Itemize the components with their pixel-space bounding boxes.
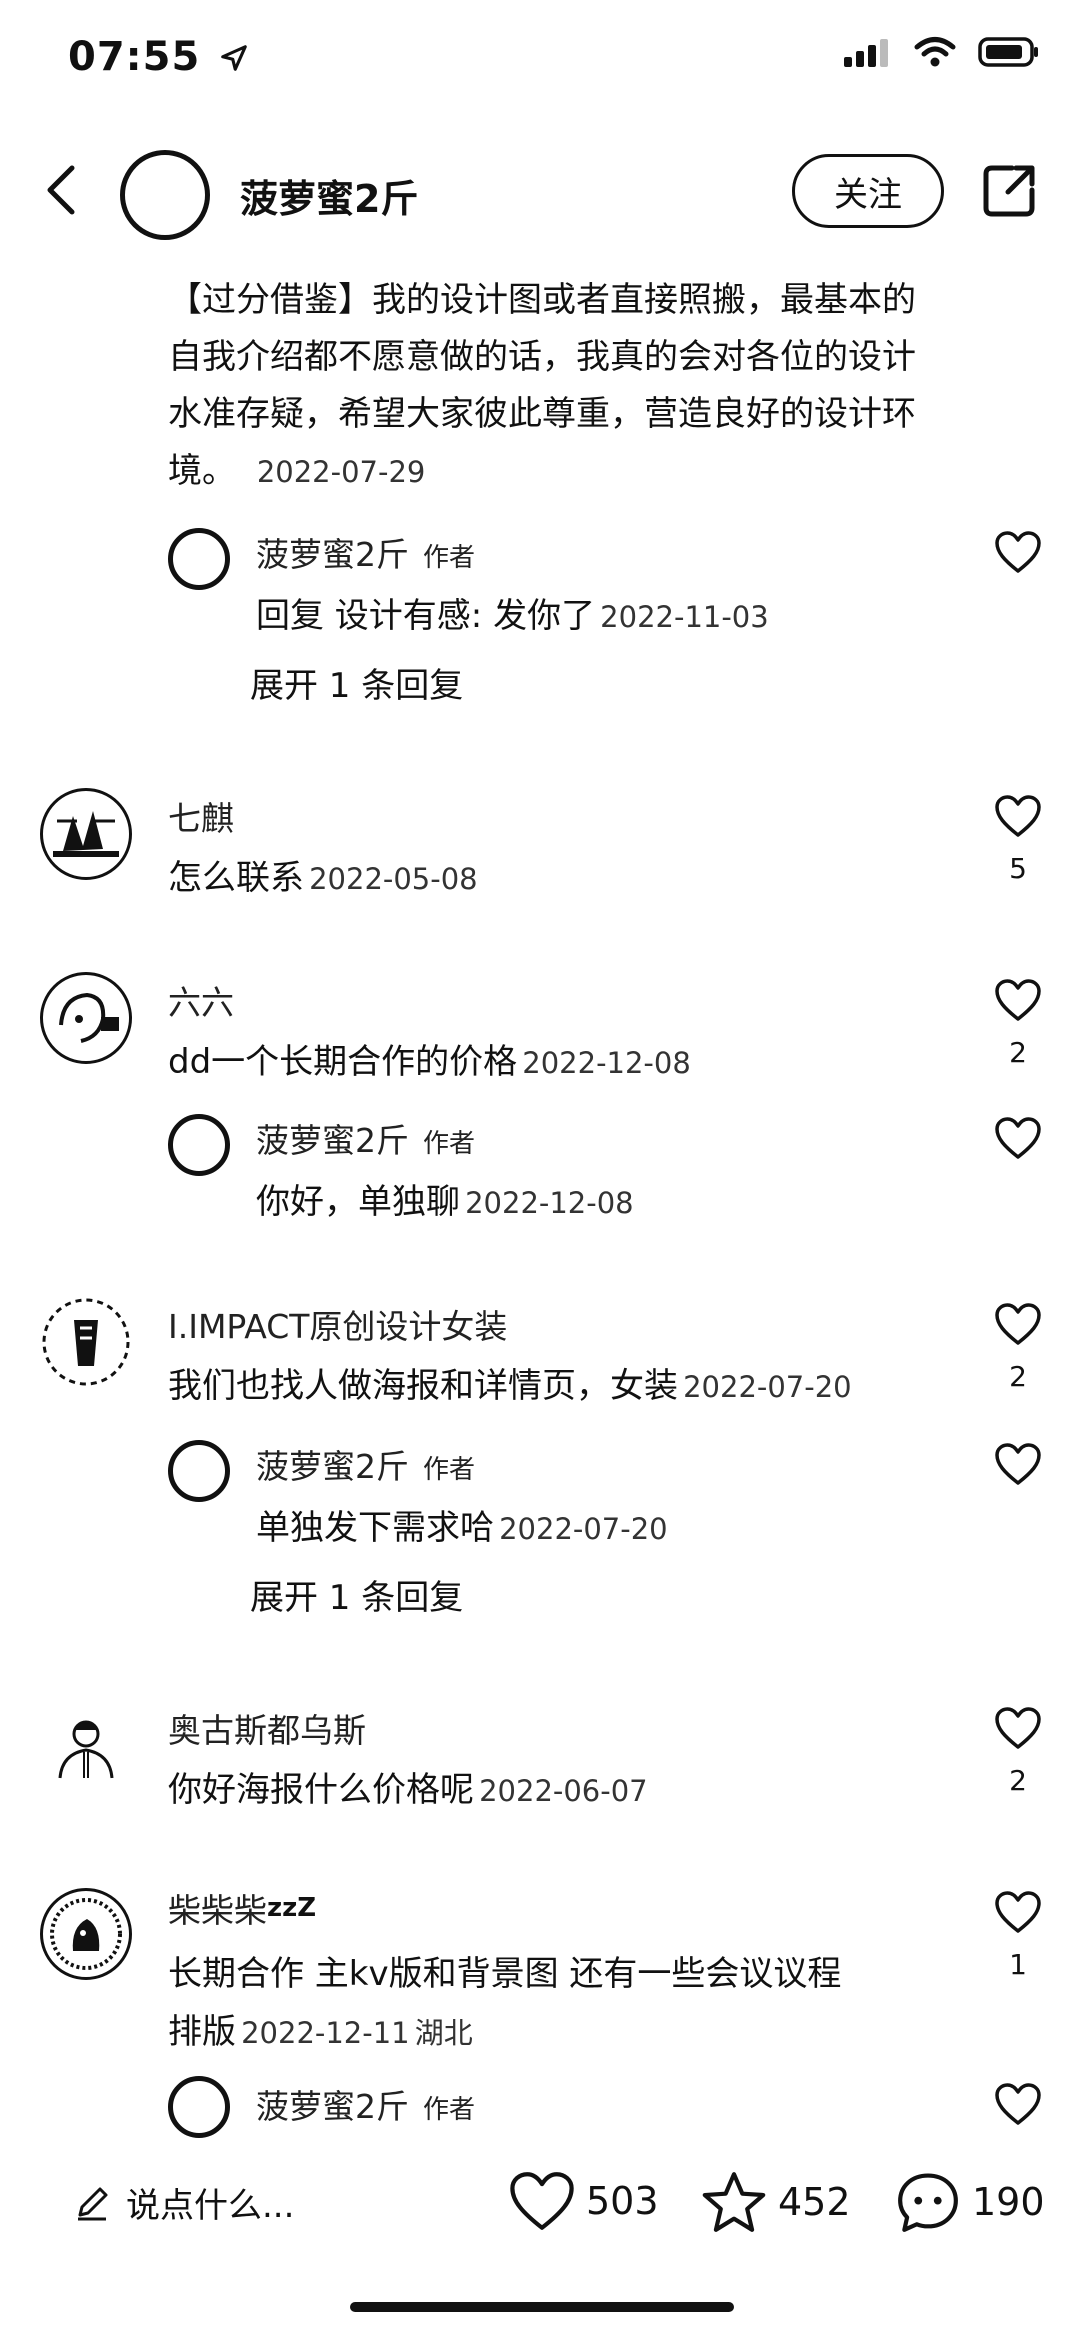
comment-date: 2022-07-20 — [683, 1370, 852, 1404]
heart-icon[interactable] — [994, 1890, 1042, 1934]
comment-text-line[interactable]: 我们也找人做海报和详情页，女装 2022-07-20 — [168, 1358, 852, 1407]
pencil-icon — [78, 2187, 108, 2220]
like-count: 2 — [1009, 1764, 1027, 1797]
comment-date: 2022-07-20 — [499, 1512, 668, 1546]
heart-icon[interactable] — [994, 1116, 1042, 1160]
author-tag: 作者 — [423, 1455, 476, 1485]
avatar[interactable] — [168, 2076, 230, 2138]
comment-input[interactable]: 说点什么... — [72, 2178, 294, 2227]
comment-text-line[interactable]: 单独发下需求哈 2022-07-20 — [256, 1500, 668, 1549]
avatar[interactable] — [40, 1296, 132, 1388]
commenter-name[interactable]: I.IMPACT原创设计女装 — [168, 1300, 507, 1348]
comment-text-line[interactable]: 回复 设计有感: 发你了 2022-11-03 — [256, 588, 769, 637]
like-count: 1 — [1009, 1948, 1027, 1981]
comment-text[interactable]: 长期合作 主kv版和背景图 还有一些会议议程 — [168, 1946, 841, 1995]
location-arrow-icon — [221, 45, 248, 71]
commenter-name[interactable]: 菠萝蜜2斤 — [256, 535, 409, 574]
input-placeholder: 说点什么... — [126, 2186, 295, 2226]
status-icons — [844, 36, 1040, 68]
comment-text-line[interactable]: 你好海报什么价格呢 2022-06-07 — [168, 1762, 648, 1811]
comment-header: 柴柴柴zzZ — [168, 1884, 316, 1932]
expand-replies-button[interactable]: 展开 1 条回复 — [250, 1570, 463, 1619]
note-date: 2022-07-29 — [256, 455, 426, 489]
comment-date: 2022-11-03 — [600, 600, 769, 634]
comment-header: 菠萝蜜2斤 作者 — [256, 2080, 475, 2128]
author-tag: 作者 — [423, 543, 476, 573]
author-tag: 作者 — [423, 1129, 476, 1159]
commenter-name[interactable]: 菠萝蜜2斤 — [256, 1447, 409, 1486]
commenter-name[interactable]: 菠萝蜜2斤 — [256, 1121, 409, 1160]
comment-header: 菠萝蜜2斤 作者 — [256, 528, 475, 576]
comment-date: 2022-05-08 — [309, 862, 478, 896]
comment-header: 菠萝蜜2斤 作者 — [256, 1114, 475, 1162]
favorite-button[interactable]: 452 — [700, 2170, 851, 2234]
like-total: 503 — [586, 2179, 659, 2223]
commenter-name[interactable]: 七麒 — [168, 792, 234, 840]
avatar[interactable] — [40, 1700, 132, 1792]
back-button[interactable] — [36, 160, 96, 220]
comment-text: 你好，单独聊 — [256, 1182, 460, 1222]
name-suffix: zzZ — [267, 1893, 317, 1923]
commenter-name[interactable]: 柴柴柴 — [168, 1891, 267, 1930]
heart-icon[interactable] — [994, 794, 1042, 838]
bottom-bar: 说点什么... 503 452 190 — [0, 2150, 1080, 2250]
author-tag: 作者 — [423, 2095, 476, 2125]
avatar[interactable] — [40, 788, 132, 880]
comment-date: 2022-12-08 — [465, 1186, 634, 1220]
home-indicator[interactable] — [350, 2302, 734, 2312]
battery-icon — [978, 37, 1038, 67]
like-count: 2 — [1009, 1360, 1027, 1393]
like-count: 5 — [1009, 852, 1027, 885]
comment-text: 回复 设计有感: 发你了 — [256, 596, 596, 636]
avatar[interactable] — [40, 972, 132, 1064]
comment-text: dd一个长期合作的价格 — [168, 1042, 518, 1082]
heart-icon[interactable] — [994, 978, 1042, 1022]
author-avatar[interactable] — [120, 150, 210, 240]
commenter-name[interactable]: 六六 — [168, 976, 234, 1024]
comment-location: 湖北 — [414, 2016, 473, 2050]
like-button[interactable]: 503 — [508, 2170, 659, 2232]
author-name[interactable]: 菠萝蜜2斤 — [240, 168, 418, 223]
heart-icon[interactable] — [994, 2082, 1042, 2126]
comment-text: 我们也找人做海报和详情页，女装 — [168, 1366, 678, 1406]
note-body: 【过分借鉴】我的设计图或者直接照搬，最基本的自我介绍都不愿意做的话，我真的会对各… — [168, 272, 928, 501]
status-time: 07:55 — [68, 34, 249, 80]
avatar[interactable] — [40, 1888, 132, 1980]
like-count: 2 — [1009, 1036, 1027, 1069]
comment-text-cont: 排版 — [168, 2012, 236, 2052]
heart-icon[interactable] — [994, 1302, 1042, 1346]
follow-button[interactable]: 关注 — [792, 154, 944, 228]
comment-button[interactable]: 190 — [894, 2170, 1045, 2234]
expand-replies-button[interactable]: 展开 1 条回复 — [250, 658, 463, 707]
comment-date: 2022-12-11 — [241, 2016, 410, 2050]
signal-icon — [844, 39, 888, 67]
comment-text-line[interactable]: 怎么联系 2022-05-08 — [168, 850, 478, 899]
heart-icon[interactable] — [994, 1442, 1042, 1486]
wifi-icon — [914, 37, 956, 67]
comment-text-line[interactable]: 排版 2022-12-11 湖北 — [168, 2004, 473, 2053]
commenter-name[interactable]: 菠萝蜜2斤 — [256, 2087, 409, 2126]
comment-text: 单独发下需求哈 — [256, 1508, 494, 1548]
avatar[interactable] — [168, 528, 230, 590]
comment-text: 你好海报什么价格呢 — [168, 1770, 474, 1810]
heart-icon[interactable] — [994, 530, 1042, 574]
comment-text: 怎么联系 — [168, 858, 304, 898]
comment-date: 2022-12-08 — [522, 1046, 691, 1080]
heart-icon[interactable] — [994, 1706, 1042, 1750]
comment-header: 菠萝蜜2斤 作者 — [256, 1440, 475, 1488]
heart-icon — [510, 2172, 574, 2230]
comment-bubble-icon — [898, 2173, 958, 2232]
avatar[interactable] — [168, 1440, 230, 1502]
favorite-total: 452 — [778, 2180, 851, 2224]
comment-text-line[interactable]: 你好，单独聊 2022-12-08 — [256, 1174, 634, 1223]
time-text: 07:55 — [68, 34, 201, 80]
share-icon[interactable] — [980, 160, 1040, 220]
comment-date: 2022-06-07 — [479, 1774, 648, 1808]
comment-total: 190 — [972, 2180, 1045, 2224]
avatar[interactable] — [168, 1114, 230, 1176]
commenter-name[interactable]: 奥古斯都乌斯 — [168, 1704, 366, 1752]
star-icon — [702, 2172, 766, 2232]
comment-text-line[interactable]: dd一个长期合作的价格 2022-12-08 — [168, 1034, 691, 1083]
